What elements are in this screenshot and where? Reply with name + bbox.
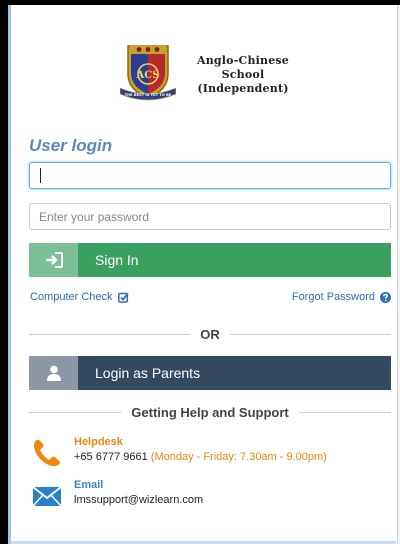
envelope-icon [32, 486, 62, 507]
email-title: Email [74, 479, 104, 491]
helpdesk-title: Helpdesk [74, 436, 123, 448]
check-square-icon [117, 292, 129, 303]
computer-check-label: Computer Check [30, 291, 113, 303]
divider-line [29, 411, 122, 413]
sign-in-icon [29, 243, 78, 277]
login-as-parents-button[interactable]: Login as Parents [29, 356, 391, 390]
helpdesk-contact: +65 6777 9661 (Monday - Friday: 7.30am -… [74, 451, 327, 463]
support-divider: Getting Help and Support [29, 404, 391, 420]
helpdesk-phone: +65 6777 9661 [74, 451, 148, 463]
username-input[interactable] [29, 162, 391, 189]
divider-line [229, 333, 391, 335]
school-name-line2: (Independent) [197, 82, 289, 95]
email-info: Email lmssupport@wizlearn.com [29, 479, 391, 513]
school-name-line1: Anglo-Chinese School [196, 54, 290, 81]
divider-line [298, 411, 391, 413]
question-circle-icon [380, 291, 391, 303]
forgot-password-label: Forgot Password [291, 291, 375, 303]
helpdesk-hours: (Monday - Friday: 7.30am - 9.00pm) [150, 451, 327, 463]
school-logo: ACS THE BEST IS YET TO BE Anglo-Chinese … [119, 40, 310, 102]
computer-check-link[interactable]: Computer Check [30, 291, 129, 303]
phone-icon [34, 439, 60, 467]
login-as-parents-label: Login as Parents [95, 365, 201, 381]
support-heading: Getting Help and Support [131, 404, 289, 420]
email-address[interactable]: lmssupport@wizlearn.com [74, 494, 203, 506]
svg-text:ACS: ACS [136, 70, 160, 81]
school-name: Anglo-Chinese School (Independent) [176, 54, 310, 96]
login-links: Computer Check Forgot Password [29, 291, 391, 307]
user-icon [29, 356, 78, 390]
or-divider: OR [29, 326, 391, 342]
or-label: OR [200, 326, 220, 342]
text-cursor [40, 168, 41, 183]
window-frame-left [0, 0, 8, 544]
school-crest-icon: ACS THE BEST IS YET TO BE [119, 45, 177, 101]
sign-in-button[interactable]: Sign In [29, 243, 391, 277]
svg-text:THE BEST IS YET TO BE: THE BEST IS YET TO BE [125, 93, 172, 97]
page-title: User login [29, 136, 113, 155]
password-input[interactable] [29, 203, 391, 230]
sign-in-label: Sign In [95, 252, 139, 268]
forgot-password-link[interactable]: Forgot Password [292, 291, 391, 303]
divider-line [29, 333, 191, 335]
helpdesk-info: Helpdesk +65 6777 9661 (Monday - Friday:… [29, 436, 391, 470]
